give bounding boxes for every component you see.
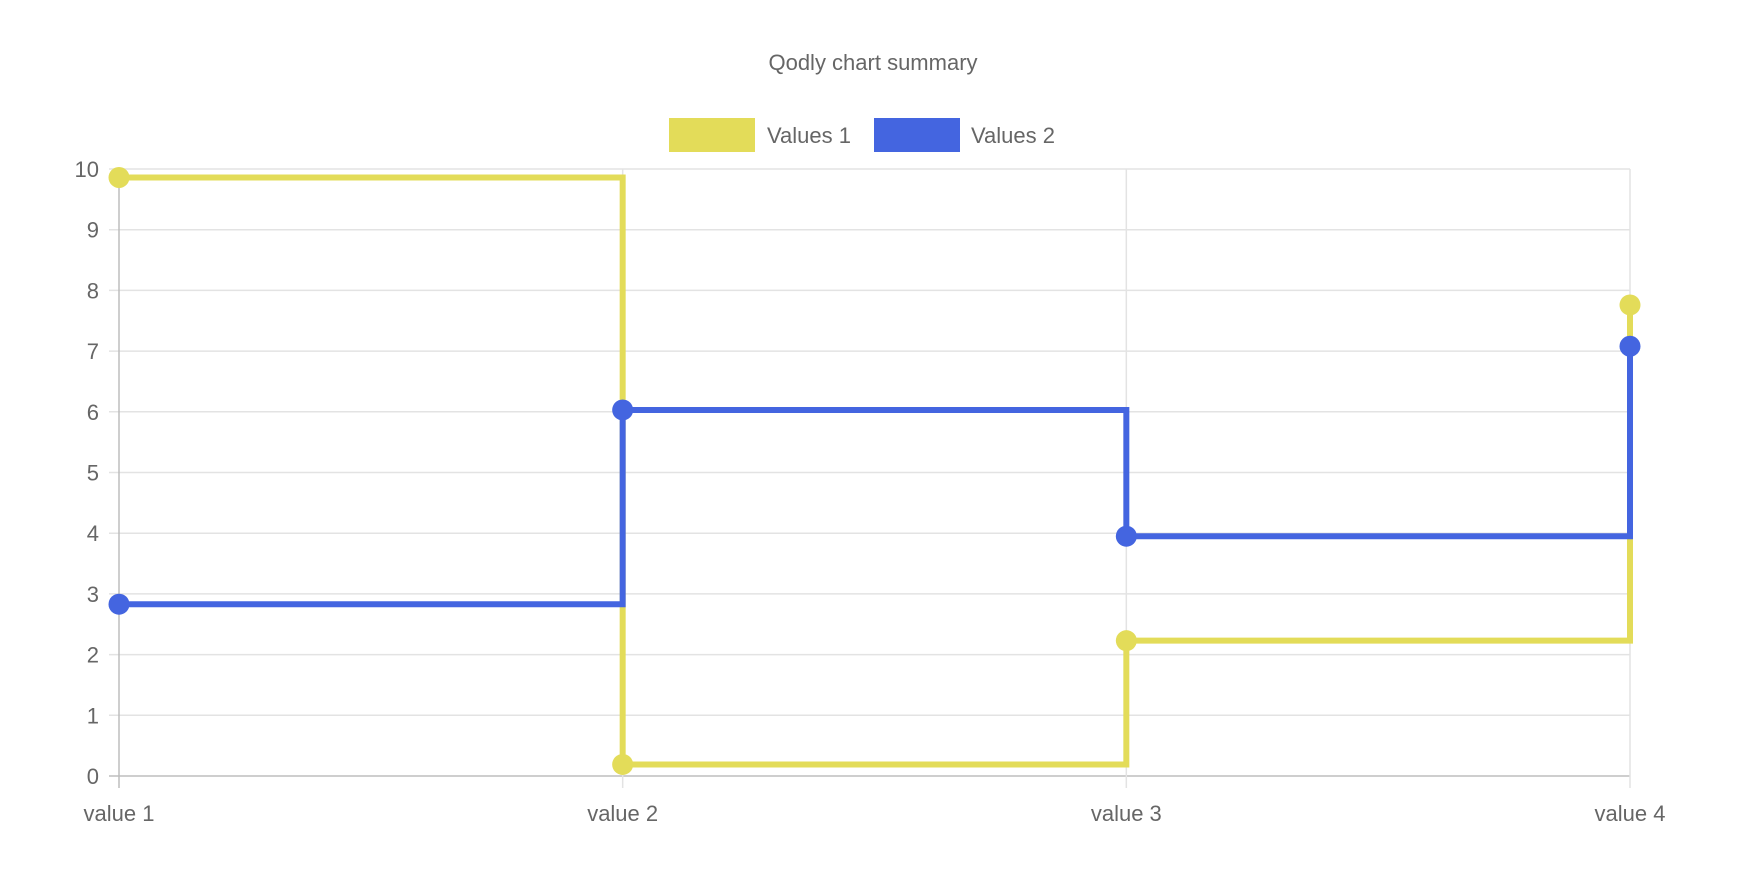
data-point-series-1	[108, 166, 130, 188]
y-tick-label: 7	[87, 339, 99, 364]
data-point-series-1	[612, 753, 634, 775]
x-tick-label: value 1	[84, 801, 155, 826]
step-line-chart: Qodly chart summary 0 1 2 3 4 5 6 7 8 9 10 value 1 v…	[75, 50, 1666, 826]
data-point-series-2	[1115, 525, 1137, 547]
series-line-1	[119, 174, 1633, 768]
y-tick-label: 8	[87, 278, 99, 303]
legend-swatch-series-2	[874, 118, 960, 152]
x-tick-label: value 2	[587, 801, 658, 826]
y-tick-label: 6	[87, 400, 99, 425]
data-point-series-2	[1619, 335, 1641, 357]
y-tick-label: 3	[87, 582, 99, 607]
y-tick-label: 10	[75, 157, 99, 182]
legend: Values 1 Values 2	[669, 118, 1055, 152]
series-group	[108, 166, 1641, 775]
y-tick-label: 0	[87, 764, 99, 789]
y-tick-label: 9	[87, 218, 99, 243]
legend-swatch-series-1	[669, 118, 755, 152]
data-point-series-2	[612, 399, 634, 421]
y-tick-label: 1	[87, 703, 99, 728]
grid-lines	[109, 168, 1631, 788]
data-point-series-1	[1619, 294, 1641, 316]
y-tick-label: 5	[87, 461, 99, 486]
x-tick-label: value 4	[1595, 801, 1666, 826]
legend-label-series-1: Values 1	[767, 123, 851, 148]
y-tick-label: 4	[87, 521, 99, 546]
data-point-series-1	[1115, 630, 1137, 652]
series-line-2	[119, 346, 1633, 608]
chart-container: Qodly chart summary 0 1 2 3 4 5 6 7 8 9 10 value 1 v…	[0, 0, 1746, 878]
y-tick-label: 2	[87, 643, 99, 668]
legend-label-series-2: Values 2	[971, 123, 1055, 148]
data-point-series-2	[108, 593, 130, 615]
x-tick-label: value 3	[1091, 801, 1162, 826]
axes: 0 1 2 3 4 5 6 7 8 9 10 value 1 value 2 value 3 value 4	[75, 157, 1666, 826]
chart-title: Qodly chart summary	[768, 50, 977, 75]
